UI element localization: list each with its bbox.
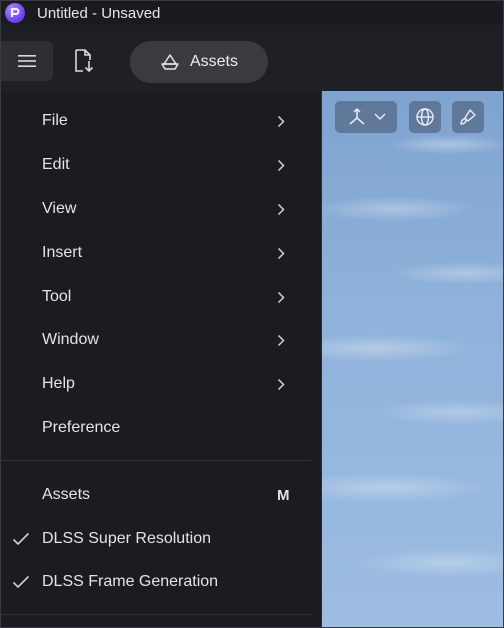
menu-item-dlss-super-resolution[interactable]: DLSS Super Resolution: [1, 519, 321, 559]
menu-item-label: DLSS Frame Generation: [42, 573, 219, 590]
chevron-down-icon: [374, 113, 386, 121]
chevron-right-icon: [275, 333, 287, 347]
chevron-right-icon: [275, 114, 287, 128]
chevron-right-icon: [275, 158, 287, 172]
assets-boat-icon: [161, 54, 179, 70]
export-button[interactable]: [67, 41, 101, 81]
globe-button[interactable]: [409, 101, 441, 133]
export-file-icon: [75, 49, 94, 73]
menu-item-preference[interactable]: Preference: [1, 408, 321, 448]
menu-item-insert[interactable]: Insert: [1, 233, 321, 273]
shortcut-label: M: [277, 486, 290, 504]
toolbar: Assets: [1, 25, 503, 91]
menu-item-tool[interactable]: Tool: [1, 277, 321, 317]
chevron-right-icon: [275, 377, 287, 391]
menu-item-label: Window: [42, 331, 99, 348]
window-title: Untitled - Unsaved: [37, 4, 161, 22]
menu-item-label: Help: [42, 375, 75, 392]
axis-gizmo-icon: [349, 107, 365, 125]
app-window: Untitled - Unsaved Assets File Edit View…: [0, 0, 504, 628]
menu-item-label: DLSS Super Resolution: [42, 530, 211, 547]
globe-icon: [416, 108, 434, 126]
menu-item-file[interactable]: File: [1, 101, 321, 141]
menu-item-label: Preference: [42, 419, 121, 436]
menu-item-label: Tool: [42, 288, 72, 305]
menu-item-label: Assets: [42, 486, 91, 503]
scene-viewport[interactable]: [321, 91, 503, 627]
brush-button[interactable]: [452, 101, 484, 133]
menu-item-assets[interactable]: Assets M: [1, 475, 321, 515]
menu-item-label: Insert: [42, 244, 83, 261]
menu-item-label: View: [42, 200, 77, 217]
assets-button[interactable]: Assets: [130, 41, 268, 83]
hamburger-icon: [18, 55, 36, 67]
assets-button-label: Assets: [189, 53, 238, 70]
brush-icon: [460, 109, 476, 125]
chevron-right-icon: [275, 290, 287, 304]
checkmark-icon: [12, 532, 30, 546]
menu-item-label: File: [42, 112, 68, 129]
main-menu-button[interactable]: [1, 41, 53, 81]
menu-separator: [1, 614, 311, 615]
menu-item-dlss-frame-generation[interactable]: DLSS Frame Generation: [1, 562, 321, 602]
chevron-right-icon: [275, 202, 287, 216]
menu-item-label: Edit: [42, 156, 70, 173]
menu-separator: [1, 460, 311, 461]
axis-gizmo-button[interactable]: [335, 101, 397, 133]
checkmark-icon: [12, 575, 30, 589]
menu-item-window[interactable]: Window: [1, 320, 321, 360]
app-logo-icon: [5, 3, 25, 23]
menu-item-edit[interactable]: Edit: [1, 145, 321, 185]
chevron-right-icon: [275, 246, 287, 260]
title-bar: Untitled - Unsaved: [1, 1, 503, 25]
main-menu-dropdown: File Edit View Insert Tool Window Help P…: [1, 91, 322, 627]
menu-item-view[interactable]: View: [1, 189, 321, 229]
menu-item-help[interactable]: Help: [1, 364, 321, 404]
